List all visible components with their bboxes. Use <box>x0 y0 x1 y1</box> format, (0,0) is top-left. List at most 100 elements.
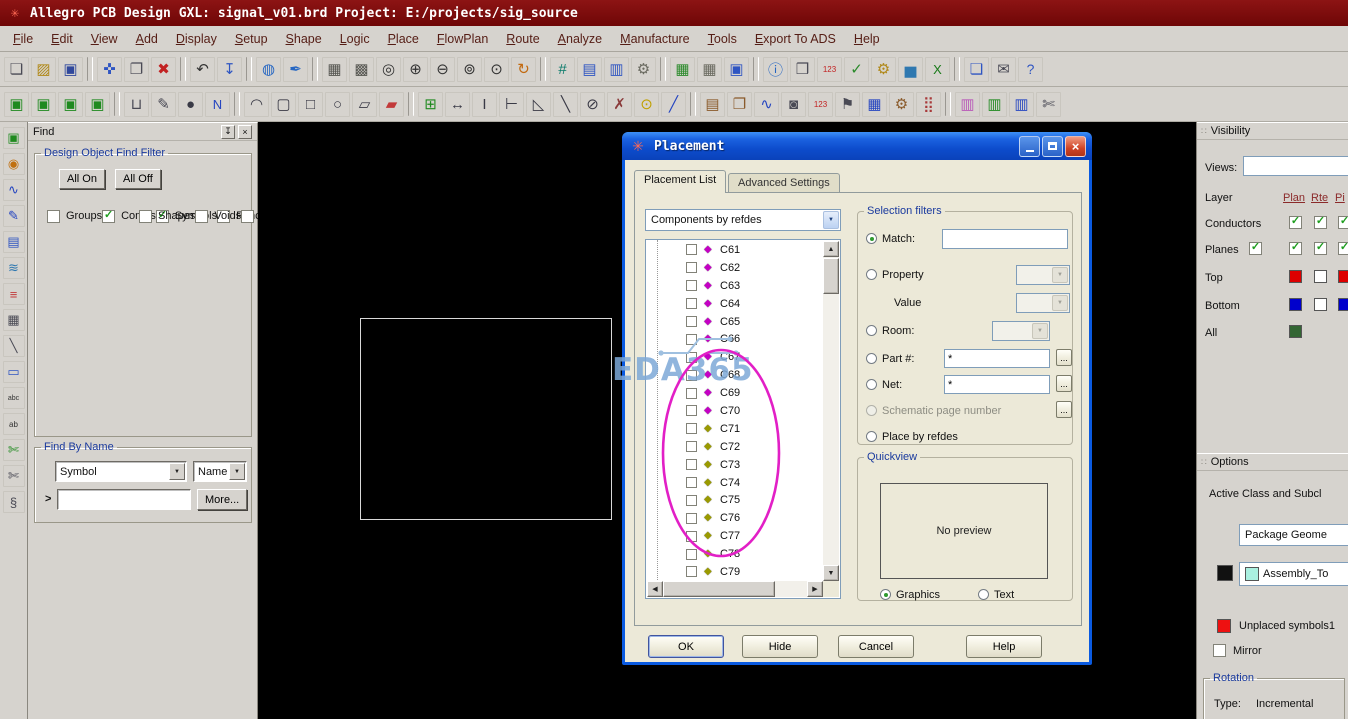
grid-icon[interactable]: ▦ <box>322 57 347 82</box>
scroll-down-icon[interactable]: ▼ <box>823 565 839 581</box>
pin-panel-icon[interactable]: ↧ <box>221 125 235 139</box>
redraw-icon[interactable]: ↻ <box>511 57 536 82</box>
menu-export-to-ads[interactable]: Export To ADS <box>746 28 845 50</box>
component-row[interactable]: ◆ C78 <box>646 545 824 563</box>
grid-points-icon[interactable]: ▩ <box>349 57 374 82</box>
scroll-left-icon[interactable]: ◀ <box>647 581 663 597</box>
menu-display[interactable]: Display <box>167 28 226 50</box>
close-icon[interactable]: × <box>1065 136 1086 157</box>
rounded-rect-icon[interactable]: ▢ <box>271 92 296 117</box>
separator[interactable] <box>690 92 696 116</box>
ok-button[interactable]: OK <box>648 635 724 658</box>
workspace-icon[interactable]: ▣ <box>724 57 749 82</box>
bottom-rte-swatch[interactable] <box>1314 298 1327 311</box>
flag-icon[interactable]: ⚑ <box>835 92 860 117</box>
views-input[interactable] <box>1243 156 1348 176</box>
separator[interactable] <box>234 92 240 116</box>
zoom-fit-icon[interactable]: ◎ <box>376 57 401 82</box>
smd-pin-icon[interactable]: ⊞ <box>418 92 443 117</box>
component-row[interactable]: ◆ C64 <box>646 295 824 313</box>
color-dialog-icon[interactable]: ▣ <box>3 127 25 149</box>
component-row[interactable]: ◆ C79 <box>646 563 824 581</box>
help-icon[interactable]: ? <box>1018 57 1043 82</box>
room-radio[interactable] <box>866 325 877 336</box>
component-row[interactable]: ◆ C75 <box>646 491 824 509</box>
column-pin-link[interactable]: Pi <box>1335 192 1345 204</box>
separator[interactable] <box>753 57 759 81</box>
route-keepin-icon[interactable]: ▣ <box>31 92 56 117</box>
all-on-button[interactable]: All On <box>59 169 105 189</box>
top-rte-swatch[interactable] <box>1314 270 1327 283</box>
component-checkbox[interactable] <box>686 244 697 255</box>
blue-grid-icon[interactable]: ▦ <box>862 92 887 117</box>
checkbox[interactable]: ✓ <box>241 210 254 223</box>
ratsnest-icon[interactable]: ≡ <box>3 283 25 305</box>
board-fill-icon[interactable]: ▣ <box>85 92 110 117</box>
cut-green-icon[interactable]: ✄ <box>3 439 25 461</box>
checkbox[interactable]: ✓ <box>47 210 60 223</box>
matrix-icon[interactable]: ▦ <box>3 309 25 331</box>
tools-icon[interactable]: ⚙ <box>889 92 914 117</box>
windows-icon[interactable]: ❏ <box>964 57 989 82</box>
copy-icon[interactable]: ❐ <box>124 57 149 82</box>
scroll-up-icon[interactable]: ▲ <box>823 241 839 257</box>
dim-horizontal-icon[interactable]: ↔ <box>445 92 470 117</box>
diagonal-icon[interactable]: ╱ <box>661 92 686 117</box>
component-checkbox[interactable] <box>686 477 697 488</box>
all-layers-swatch[interactable] <box>1289 325 1302 338</box>
check-icon[interactable]: ✓ <box>844 57 869 82</box>
component-row[interactable]: ◆ C73 <box>646 456 824 474</box>
dim-angle-icon[interactable]: ◺ <box>526 92 551 117</box>
dim-extension-icon[interactable]: ⊢ <box>499 92 524 117</box>
menu-view[interactable]: View <box>82 28 127 50</box>
text-edit-icon[interactable]: ab <box>3 413 25 435</box>
plane-icon[interactable]: ▭ <box>3 361 25 383</box>
column-rte-link[interactable]: Rte <box>1311 192 1328 204</box>
pad-array-icon[interactable]: ⣿ <box>916 92 941 117</box>
spell-check-icon[interactable]: abc <box>3 387 25 409</box>
menu-tools[interactable]: Tools <box>699 28 746 50</box>
spline-icon[interactable]: N <box>205 92 230 117</box>
dropdown-arrow-icon[interactable]: ▼ <box>169 463 185 480</box>
cns-grid-icon[interactable]: ▥ <box>604 57 629 82</box>
separator[interactable] <box>246 57 252 81</box>
component-row[interactable]: ◆ C65 <box>646 313 824 331</box>
separator[interactable] <box>540 57 546 81</box>
world-view-icon[interactable]: ◍ <box>256 57 281 82</box>
package-keepin-icon[interactable]: ▣ <box>58 92 83 117</box>
undo-icon[interactable]: ↶ <box>190 57 215 82</box>
help-button[interactable]: Help <box>966 635 1042 658</box>
menu-add[interactable]: Add <box>127 28 167 50</box>
top-plan-swatch[interactable] <box>1289 270 1302 283</box>
spreadsheet-icon[interactable]: ▦ <box>697 57 722 82</box>
conductors-plan-checkbox[interactable]: ✓ <box>1289 216 1302 229</box>
unrats-icon[interactable]: # <box>550 57 575 82</box>
component-row[interactable]: ◆ C69 <box>646 384 824 402</box>
conductors-pin-checkbox[interactable]: ✓ <box>1338 216 1348 229</box>
zoom-out-icon[interactable]: ⊖ <box>430 57 455 82</box>
find-name-input[interactable] <box>57 489 191 510</box>
footprint-green-icon[interactable]: ▥ <box>982 92 1007 117</box>
vertical-scrollbar[interactable]: ▲ ▼ <box>823 241 839 581</box>
graphics-radio[interactable] <box>880 589 891 600</box>
section-icon[interactable]: § <box>3 491 25 513</box>
find-filter-row[interactable]: ✓ Voids <box>195 203 241 229</box>
done-icon[interactable]: ↧ <box>217 57 242 82</box>
schematic-browse-button[interactable]: ... <box>1056 401 1072 418</box>
separator[interactable] <box>660 57 666 81</box>
dropdown-arrow-icon[interactable]: ▼ <box>823 211 839 229</box>
xsection-icon[interactable]: ▤ <box>577 57 602 82</box>
component-row[interactable]: ◆ C76 <box>646 509 824 527</box>
component-row[interactable]: ◆ C77 <box>646 527 824 545</box>
component-row[interactable]: ◆ C66 <box>646 330 824 348</box>
menu-route[interactable]: Route <box>497 28 548 50</box>
menu-analyze[interactable]: Analyze <box>549 28 611 50</box>
bottom-plan-swatch[interactable] <box>1289 298 1302 311</box>
pin-icon[interactable]: ✒ <box>283 57 308 82</box>
maximize-icon[interactable] <box>1042 136 1063 157</box>
component-row[interactable]: ◆ C70 <box>646 402 824 420</box>
zoom-previous-icon[interactable]: ⊙ <box>484 57 509 82</box>
delete-icon[interactable]: ✖ <box>151 57 176 82</box>
mirror-checkbox[interactable] <box>1213 644 1226 657</box>
component-checkbox[interactable] <box>686 352 697 363</box>
